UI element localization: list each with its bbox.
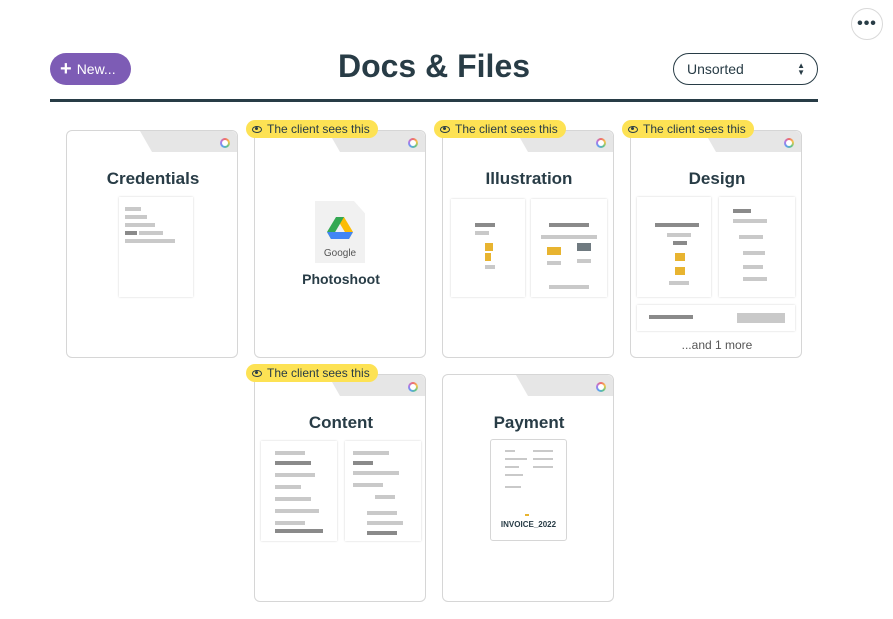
file-name: Photoshoot xyxy=(302,271,380,287)
doc-thumbnail xyxy=(261,441,337,541)
folder-body: Credentials xyxy=(66,130,238,358)
folder-name: Illustration xyxy=(485,169,573,188)
client-visible-badge: The client sees this xyxy=(246,120,378,138)
doc-thumbnail xyxy=(637,305,795,331)
select-arrows-icon: ▲ ▼ xyxy=(797,61,805,77)
more-files-label[interactable]: ...and 1 more xyxy=(631,338,801,352)
eye-icon xyxy=(440,125,450,133)
ellipsis-icon: ••• xyxy=(857,15,877,32)
badge-label: The client sees this xyxy=(267,122,370,136)
status-ring-icon xyxy=(220,138,230,148)
folder-body: Illustration xyxy=(442,130,614,358)
folder-name: Credentials xyxy=(106,169,200,188)
eye-icon xyxy=(252,369,262,377)
file-type-label: Google xyxy=(323,248,357,259)
doc-thumbnail xyxy=(719,197,795,297)
folder-name: Content xyxy=(308,413,374,432)
header-divider xyxy=(50,99,818,102)
more-options-button[interactable]: ••• xyxy=(851,8,883,40)
doc-thumbnail xyxy=(119,197,193,297)
folder-illustration[interactable]: The client sees this Illustration xyxy=(434,120,614,358)
folder-body: Design ...and 1 more xyxy=(630,130,802,358)
folder-photoshoot[interactable]: The client sees this Google Photoshoot xyxy=(246,120,426,358)
sort-select[interactable]: Unsorted ▲ ▼ xyxy=(673,53,818,85)
google-drive-icon xyxy=(327,217,353,239)
google-drive-file[interactable]: Google xyxy=(315,201,365,263)
folder-payment[interactable]: Payment INVOICE_2022 xyxy=(442,374,614,602)
folder-body: Content xyxy=(254,374,426,602)
folder-design[interactable]: The client sees this Design ...and 1 mor… xyxy=(622,120,802,358)
folder-content[interactable]: The client sees this Content xyxy=(246,364,426,602)
docs-files-page: ••• + New... Docs & Files Unsorted ▲ ▼ Cr… xyxy=(0,0,893,619)
doc-thumbnail xyxy=(637,197,711,297)
badge-label: The client sees this xyxy=(643,122,746,136)
status-ring-icon xyxy=(408,138,418,148)
status-ring-icon xyxy=(408,382,418,392)
doc-thumbnail xyxy=(451,199,525,297)
sort-select-value: Unsorted xyxy=(687,61,744,77)
client-visible-badge: The client sees this xyxy=(246,364,378,382)
eye-icon xyxy=(628,125,638,133)
badge-label: The client sees this xyxy=(267,366,370,380)
folder-name: Payment xyxy=(493,413,565,432)
client-visible-badge: The client sees this xyxy=(434,120,566,138)
status-ring-icon xyxy=(596,138,606,148)
client-visible-badge: The client sees this xyxy=(622,120,754,138)
doc-thumbnail xyxy=(531,199,607,297)
folder-credentials[interactable]: Credentials xyxy=(66,130,238,358)
status-ring-icon xyxy=(784,138,794,148)
doc-thumbnail xyxy=(345,441,421,541)
status-ring-icon xyxy=(596,382,606,392)
eye-icon xyxy=(252,125,262,133)
badge-label: The client sees this xyxy=(455,122,558,136)
folder-body: Payment INVOICE_2022 xyxy=(442,374,614,602)
invoice-file[interactable]: INVOICE_2022 xyxy=(490,439,567,541)
folder-body: Google Photoshoot xyxy=(254,130,426,358)
invoice-file-name: INVOICE_2022 xyxy=(500,520,557,529)
folder-name: Design xyxy=(688,169,746,188)
